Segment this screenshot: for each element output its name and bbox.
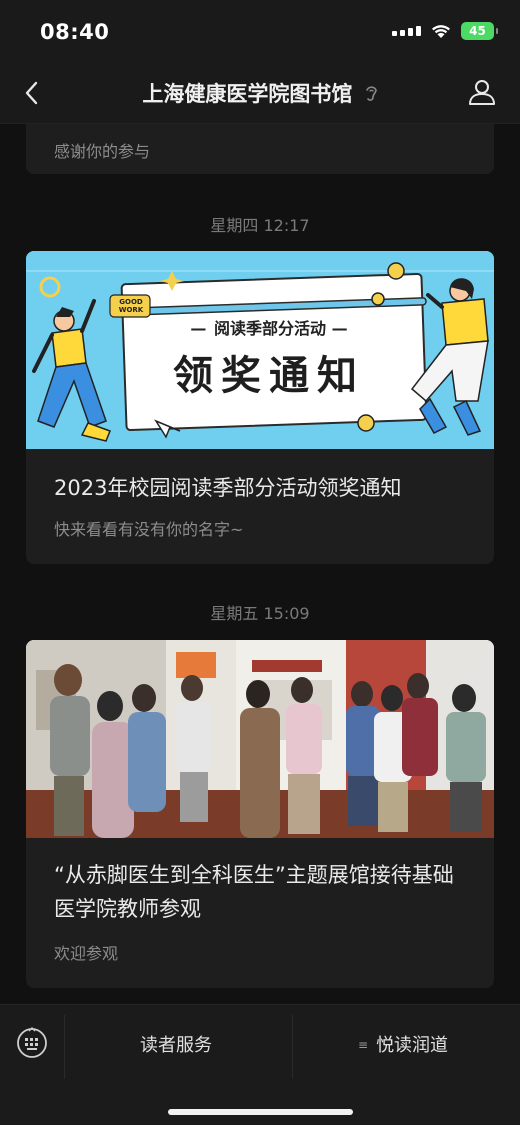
article-photo <box>26 640 494 838</box>
article-card[interactable]: “从赤脚医生到全科医生”主题展馆接待基础医学院教师参观 欢迎参观 <box>26 640 494 988</box>
article-desc: 快来看看有没有你的名字~ <box>54 520 244 539</box>
submenu-icon: ≡ <box>358 1038 369 1052</box>
home-indicator[interactable] <box>168 1109 353 1115</box>
menu-divider <box>64 1015 65 1079</box>
banner-subtitle: — 阅读季部分活动 — <box>190 319 348 338</box>
user-icon <box>469 80 495 105</box>
article-banner: GOOD WORK — 阅读季部分活动 — 领奖通知 <box>26 251 494 449</box>
menu-reading[interactable]: ≡ 悦读润道 <box>358 1031 448 1057</box>
keyboard-toggle-button[interactable] <box>16 1027 48 1059</box>
menu-reading-label: 悦读润道 <box>376 1035 449 1056</box>
signal-icon <box>392 26 421 36</box>
banner-badge: GOOD WORK <box>118 298 144 314</box>
battery-indicator: 45 <box>461 22 498 40</box>
article-desc: 感谢你的参与 <box>54 142 151 161</box>
status-time: 08:40 <box>40 20 110 44</box>
keyboard-icon <box>17 1027 47 1058</box>
page-title: 上海健康医学院图书馆 <box>0 78 520 108</box>
message-feed[interactable]: 感谢你的参与 星期四 12:17 GOOD WORK — 阅读季部分活动 — 领… <box>0 124 520 1004</box>
article-desc: 欢迎参观 <box>54 944 119 963</box>
status-bar: 08:40 45 <box>0 0 520 62</box>
article-card[interactable]: GOOD WORK — 阅读季部分活动 — 领奖通知 2023年校园阅读季部分活… <box>26 251 494 564</box>
menu-divider <box>292 1015 293 1079</box>
wifi-icon <box>431 24 451 39</box>
status-icons: 45 <box>392 22 498 40</box>
ear-icon <box>364 83 378 108</box>
nav-bar: 上海健康医学院图书馆 <box>0 62 520 124</box>
profile-button[interactable] <box>466 76 498 108</box>
article-title: “从赤脚医生到全科医生”主题展馆接待基础医学院教师参观 <box>54 863 454 921</box>
page-title-text: 上海健康医学院图书馆 <box>142 82 353 106</box>
previous-article-card[interactable]: 感谢你的参与 <box>26 124 494 174</box>
article-title: 2023年校园阅读季部分活动领奖通知 <box>54 476 402 500</box>
banner-title: 领奖通知 <box>173 353 365 399</box>
message-timestamp: 星期四 12:17 <box>210 216 310 235</box>
bottom-menu: 读者服务 ≡ 悦读润道 <box>0 1004 520 1125</box>
message-timestamp: 星期五 15:09 <box>210 604 310 623</box>
banner-subtitle-text: 阅读季部分活动 <box>213 319 326 338</box>
menu-reader-services[interactable]: 读者服务 <box>140 1031 212 1057</box>
